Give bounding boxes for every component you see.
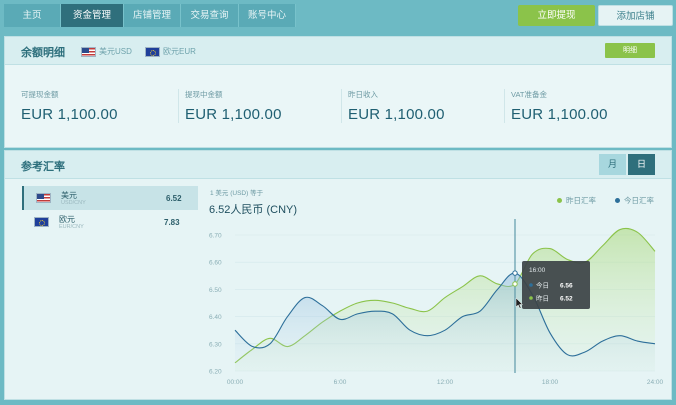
- exchange-rate-chart[interactable]: 6.20 6.30 6.40 6.50 6.60 6.70 00:00 6:00 12:00 18…: [5, 151, 673, 401]
- y-tick-label: 6.40: [209, 314, 222, 321]
- y-tick-label: 6.30: [209, 341, 222, 348]
- x-tick-label: 12:00: [437, 379, 454, 386]
- currency-usd-label: 美元USD: [99, 47, 132, 56]
- eu-flag-icon: [145, 46, 160, 57]
- tooltip-today-label: 今日: [536, 281, 549, 290]
- y-tick-label: 6.70: [209, 233, 222, 240]
- tab-transaction-query[interactable]: 交易查询: [181, 4, 239, 27]
- tab-home[interactable]: 主页: [4, 4, 61, 27]
- stat-vat-reserve: VAT准备金 EUR 1,100.00: [504, 89, 608, 123]
- stat-label: VAT准备金: [511, 90, 547, 99]
- tooltip-yesterday-label: 昨日: [536, 294, 549, 303]
- stat-label: 可提现金额: [21, 90, 59, 99]
- tooltip-yesterday-dot: [529, 296, 533, 300]
- tooltip-today-value: 6.56: [560, 283, 573, 290]
- currency-usd[interactable]: 美元USD: [81, 46, 132, 57]
- tooltip-yesterday-value: 6.52: [560, 296, 573, 303]
- stat-label: 昨日收入: [348, 90, 378, 99]
- today-point: [512, 270, 518, 276]
- x-tick-label: 6:00: [334, 379, 347, 386]
- withdraw-now-button[interactable]: 立即提现: [518, 5, 595, 26]
- balance-title: 余额明细: [21, 47, 65, 59]
- balance-panel-header: 余额明细 美元USD 欧元EUR 明细: [5, 37, 671, 65]
- stat-value: EUR 1,100.00: [185, 106, 282, 123]
- tab-account-center[interactable]: 账号中心: [239, 4, 296, 27]
- x-tick-label: 18:00: [542, 379, 559, 386]
- detail-button[interactable]: 明细: [605, 43, 655, 58]
- add-shop-button[interactable]: 添加店铺: [598, 5, 673, 26]
- stat-label: 提现中金额: [185, 90, 223, 99]
- yesterday-point: [512, 281, 518, 287]
- stat-yesterday-income: 昨日收入 EUR 1,100.00: [341, 89, 445, 123]
- tab-shop-management[interactable]: 店铺管理: [124, 4, 181, 27]
- currency-eur-label: 欧元EUR: [163, 47, 196, 56]
- currency-eur[interactable]: 欧元EUR: [145, 46, 196, 57]
- us-flag-icon: [81, 46, 96, 57]
- stat-value: EUR 1,100.00: [348, 106, 445, 123]
- stat-value: EUR 1,100.00: [21, 106, 118, 123]
- stat-withdrawable: 可提现金额 EUR 1,100.00: [15, 89, 118, 123]
- x-tick-label: 24:00: [647, 379, 664, 386]
- stat-value: EUR 1,100.00: [511, 106, 608, 123]
- balance-panel: 余额明细 美元USD 欧元EUR 明细 可提现金额 EUR 1,100.00 提…: [4, 36, 672, 148]
- y-tick-label: 6.50: [209, 287, 222, 294]
- tooltip-time: 16:00: [529, 267, 546, 274]
- x-tick-label: 00:00: [227, 379, 244, 386]
- top-nav: 主页 资金管理 店铺管理 交易查询 账号中心: [4, 4, 296, 27]
- y-tick-label: 6.60: [209, 260, 222, 267]
- tab-fund-management[interactable]: 资金管理: [61, 4, 124, 27]
- y-tick-label: 6.20: [209, 369, 222, 376]
- tooltip-today-dot: [529, 283, 533, 287]
- exchange-rate-panel: 参考汇率 月 日 美元 USD/CNY 6.52 欧元 EUR/CNY 7.83…: [4, 150, 672, 400]
- stat-withdrawing: 提现中金额 EUR 1,100.00: [178, 89, 282, 123]
